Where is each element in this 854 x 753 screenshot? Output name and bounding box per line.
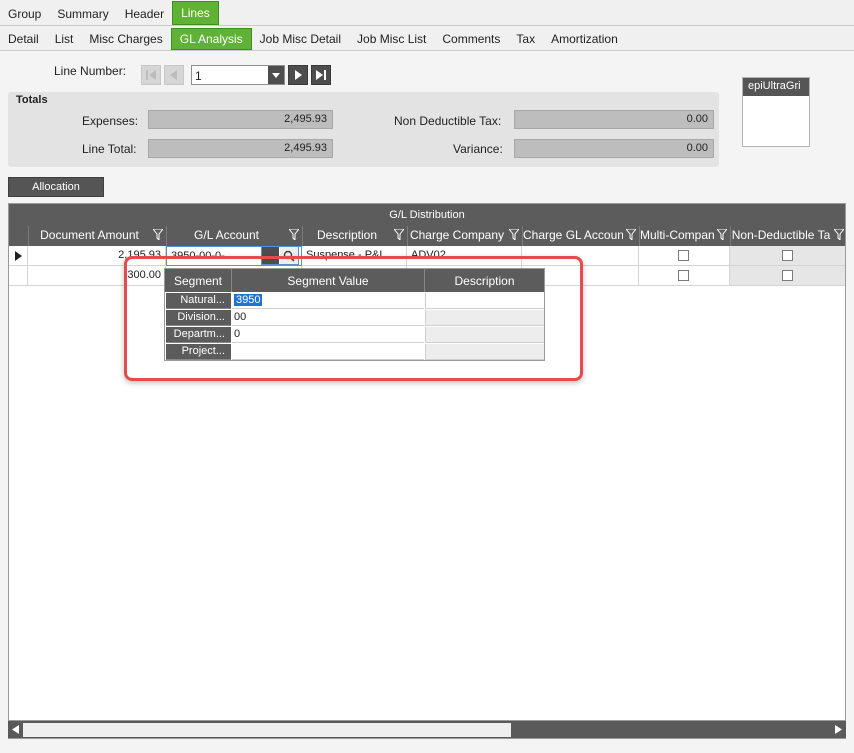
filter-icon[interactable]	[289, 229, 299, 240]
non-deductible-tax-field: 0.00	[514, 110, 714, 129]
col-charge-gl-account[interactable]: Charge GL Accoun	[522, 226, 639, 246]
last-record-button[interactable]	[311, 65, 331, 85]
allocation-button[interactable]: Allocation	[8, 177, 104, 197]
row-selector[interactable]	[9, 246, 28, 266]
segment-description-cell	[425, 327, 544, 343]
col-charge-company[interactable]: Charge Company	[407, 226, 522, 246]
previous-record-button[interactable]	[164, 65, 184, 85]
non-deductible-checkbox[interactable]	[782, 270, 793, 281]
segment-value-cell[interactable]: 00	[232, 310, 424, 326]
segment-description-header: Description	[425, 269, 544, 292]
line-total-label: Line Total:	[82, 142, 137, 156]
segment-popup[interactable]: Segment Segment Value Description Natura…	[164, 268, 545, 361]
filter-icon[interactable]	[834, 229, 844, 240]
first-record-button[interactable]	[141, 65, 161, 85]
segment-description-cell	[425, 310, 544, 326]
grid-title: G/L Distribution	[9, 204, 845, 226]
table-cell-multi-company[interactable]	[639, 266, 730, 286]
segment-value-cell[interactable]: 0	[232, 327, 424, 343]
ultra-grid-widget[interactable]: epiUltraGri	[742, 77, 810, 147]
next-record-button[interactable]	[288, 65, 308, 85]
tab-tax[interactable]: Tax	[508, 27, 543, 50]
table-cell-non-deductible[interactable]	[730, 266, 845, 286]
top-tab-bar: Group Summary Header Lines	[0, 0, 854, 26]
tab-lines[interactable]: Lines	[172, 1, 219, 25]
segment-header: Segment	[165, 269, 232, 292]
col-multi-company[interactable]: Multi-Compan	[639, 226, 730, 246]
variance-field: 0.00	[514, 139, 714, 158]
next-icon	[295, 70, 302, 80]
segment-description-cell	[425, 344, 544, 360]
scrollbar-thumb[interactable]	[23, 723, 511, 737]
expenses-field: 2,495.93	[148, 110, 333, 129]
segment-name: Natural...	[166, 293, 231, 309]
segment-value-header: Segment Value	[232, 269, 425, 292]
segment-value-text: 3950	[234, 294, 263, 306]
col-description[interactable]: Description	[302, 226, 407, 246]
line-total-field: 2,495.93	[148, 139, 333, 158]
non-deductible-checkbox[interactable]	[782, 250, 793, 261]
table-cell-multi-company[interactable]	[639, 246, 730, 266]
scroll-left-icon[interactable]	[12, 725, 19, 734]
filter-icon[interactable]	[394, 229, 404, 240]
segment-name: Division...	[166, 310, 231, 326]
first-icon	[146, 70, 156, 80]
filter-icon[interactable]	[626, 229, 636, 240]
totals-title: Totals	[16, 94, 48, 106]
line-number-combo[interactable]: 1	[191, 65, 285, 85]
tab-amortization[interactable]: Amortization	[543, 27, 626, 50]
table-cell-non-deductible[interactable]	[730, 246, 845, 266]
col-gl-account[interactable]: G/L Account	[166, 226, 302, 246]
tab-job-misc-detail[interactable]: Job Misc Detail	[252, 27, 349, 50]
tab-summary[interactable]: Summary	[49, 0, 116, 25]
segment-value-cell[interactable]	[232, 344, 424, 360]
tab-job-misc-list[interactable]: Job Misc List	[349, 27, 434, 50]
tab-gl-analysis[interactable]: GL Analysis	[170, 28, 252, 50]
col-document-amount[interactable]: Document Amount	[28, 226, 166, 246]
tab-group[interactable]: Group	[0, 0, 49, 25]
horizontal-scrollbar[interactable]	[8, 720, 846, 738]
row-selector-header	[9, 226, 28, 246]
filter-icon[interactable]	[717, 229, 727, 240]
ultra-grid-title: epiUltraGri	[743, 78, 809, 96]
expenses-label: Expenses:	[82, 114, 139, 128]
tab-header[interactable]: Header	[117, 0, 172, 25]
non-deductible-tax-label: Non Deductible Tax:	[394, 114, 502, 128]
chevron-down-icon[interactable]	[268, 66, 284, 84]
tab-misc-charges[interactable]: Misc Charges	[81, 27, 170, 50]
line-number-value: 1	[195, 69, 202, 83]
tab-detail[interactable]: Detail	[0, 27, 47, 50]
segment-description-cell	[425, 293, 544, 309]
variance-label: Variance:	[453, 142, 503, 156]
multi-company-checkbox[interactable]	[678, 270, 689, 281]
filter-icon[interactable]	[153, 229, 163, 240]
line-number-label: Line Number:	[54, 64, 127, 78]
col-non-deductible-tax[interactable]: Non-Deductible Ta	[730, 226, 845, 246]
current-row-arrow-icon	[15, 251, 22, 261]
multi-company-checkbox[interactable]	[678, 250, 689, 261]
filter-icon[interactable]	[509, 229, 519, 240]
segment-name: Project...	[166, 344, 231, 360]
scroll-right-icon[interactable]	[835, 725, 842, 734]
previous-icon	[170, 70, 177, 80]
segment-name: Departm...	[166, 327, 231, 343]
row-selector[interactable]	[9, 266, 28, 286]
sub-tab-bar: Detail List Misc Charges GL Analysis Job…	[0, 27, 854, 51]
tab-list[interactable]: List	[47, 27, 82, 50]
last-icon	[316, 70, 326, 80]
segment-value-cell[interactable]: 3950	[232, 293, 424, 309]
tab-comments[interactable]: Comments	[434, 27, 508, 50]
